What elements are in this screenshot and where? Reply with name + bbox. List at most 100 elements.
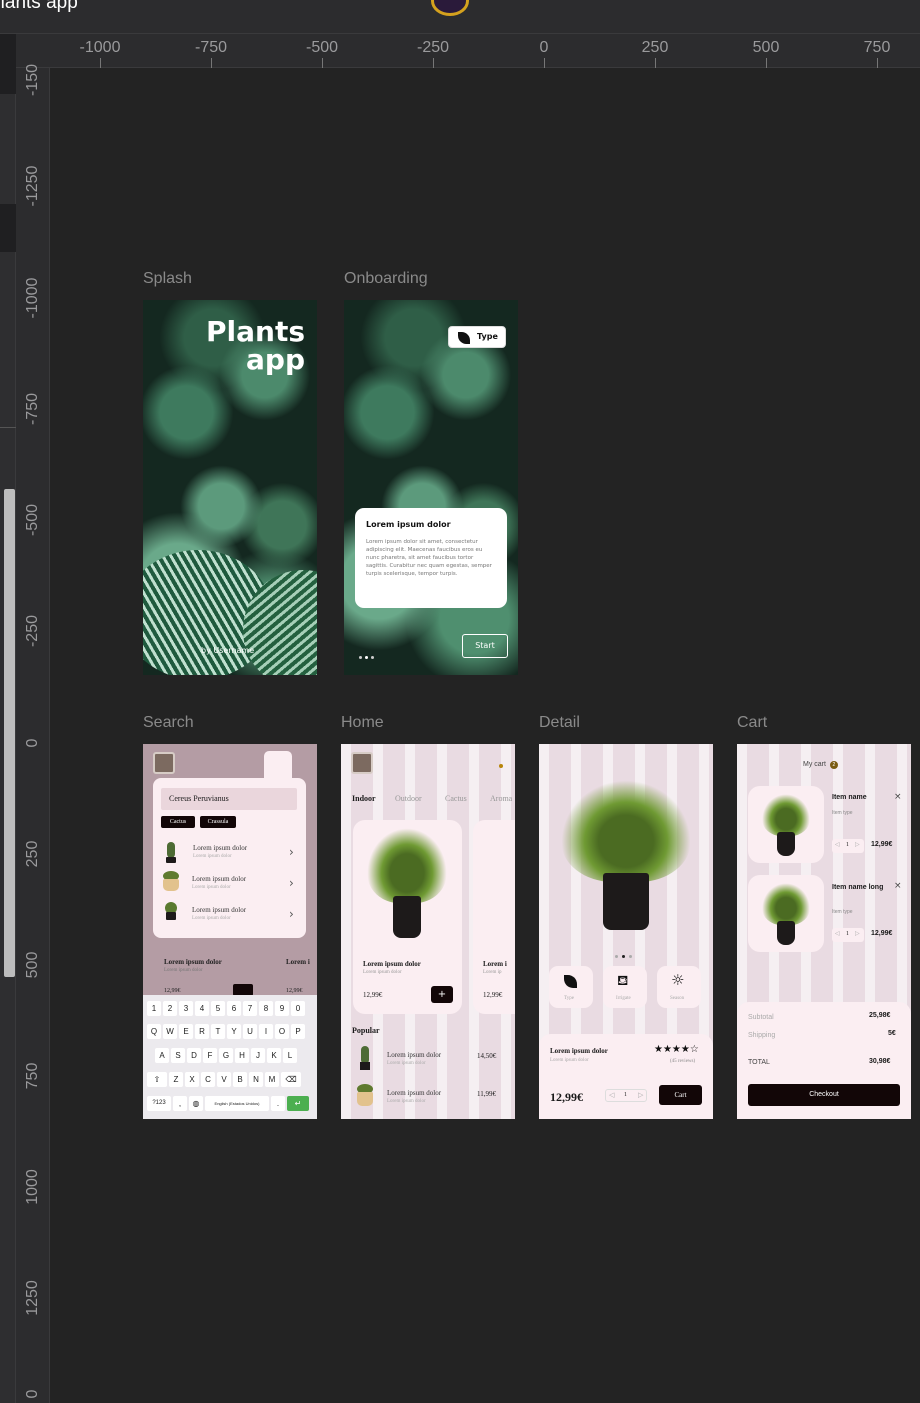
cart-frame[interactable]: My cart 2 Item name Item type × ◁ 1 ▷ 12… (737, 744, 911, 1119)
onboarding-card: Lorem ipsum dolor Lorem ipsum dolor sit … (355, 508, 507, 608)
space-key[interactable]: English (Estados Unidos) (205, 1096, 269, 1111)
decrement-icon[interactable]: ◁ (835, 930, 840, 937)
chip-crassula[interactable]: Crassula (200, 816, 236, 828)
close-icon[interactable]: × (894, 792, 902, 802)
key[interactable]: A (155, 1048, 169, 1063)
result-item[interactable]: Lorem ipsum dolor Lorem ipsum dolor › (153, 871, 306, 899)
decrement-icon[interactable]: ◁ (609, 1091, 614, 1099)
key[interactable]: G (219, 1048, 233, 1063)
card-sub: Lorem ipsum dolor (363, 970, 402, 975)
key[interactable]: Q (147, 1024, 161, 1039)
backspace-key[interactable]: ⌫ (281, 1072, 301, 1087)
key[interactable]: 4 (195, 1001, 209, 1016)
search-input[interactable]: Cereus Peruvianus (161, 788, 297, 810)
start-button[interactable]: Start (462, 634, 508, 658)
add-to-cart-button[interactable]: + (431, 986, 453, 1003)
tab-indoor[interactable]: Indoor (352, 794, 376, 803)
increment-icon[interactable]: ▷ (638, 1091, 643, 1099)
key[interactable]: E (179, 1024, 193, 1039)
shipping-value: 5€ (888, 1030, 896, 1037)
key[interactable]: H (235, 1048, 249, 1063)
key[interactable]: 8 (259, 1001, 273, 1016)
frame-label-search[interactable]: Search (143, 714, 194, 732)
key[interactable]: W (163, 1024, 177, 1039)
key[interactable]: 9 (275, 1001, 289, 1016)
key[interactable]: X (185, 1072, 199, 1087)
product-card[interactable]: Lorem ipsum dolor Lorem ipsum dolor 12,9… (353, 820, 462, 1014)
feature-irrigate[interactable]: ⛾ Irrigate (603, 966, 647, 1008)
user-avatar[interactable] (431, 0, 469, 16)
key[interactable]: 7 (243, 1001, 257, 1016)
frame-label-onboarding[interactable]: Onboarding (344, 270, 428, 288)
frame-label-home[interactable]: Home (341, 714, 384, 732)
panel-scrollbar[interactable] (4, 489, 15, 977)
tab-aroma[interactable]: Aroma (490, 794, 512, 803)
key[interactable]: U (243, 1024, 257, 1039)
feature-season[interactable]: ☼ Season (657, 966, 701, 1008)
key[interactable]: F (203, 1048, 217, 1063)
key[interactable]: Z (169, 1072, 183, 1087)
shift-key[interactable]: ⇧ (147, 1072, 167, 1087)
symbols-key[interactable]: ?123 (147, 1096, 171, 1111)
key[interactable]: I (259, 1024, 273, 1039)
key[interactable]: K (267, 1048, 281, 1063)
popular-item[interactable]: Lorem ipsum dolor Lorem ipsum dolor 14,5… (351, 1044, 511, 1074)
key[interactable]: O (275, 1024, 289, 1039)
feature-label: Season (670, 996, 685, 1001)
decrement-icon[interactable]: ◁ (835, 841, 840, 848)
key[interactable]: 3 (179, 1001, 193, 1016)
card-price: 12,99€ (483, 991, 503, 999)
type-chip[interactable]: Type (448, 326, 506, 348)
splash-frame[interactable]: Plants app by Username (143, 300, 317, 675)
key[interactable]: P (291, 1024, 305, 1039)
globe-icon[interactable]: ◍ (189, 1096, 203, 1111)
key[interactable]: D (187, 1048, 201, 1063)
key[interactable]: Y (227, 1024, 241, 1039)
key[interactable]: C (201, 1072, 215, 1087)
key[interactable]: V (217, 1072, 231, 1087)
result-item[interactable]: Lorem ipsum dolor Lorem ipsum dolor › (153, 902, 306, 930)
frame-label-cart[interactable]: Cart (737, 714, 767, 732)
close-icon[interactable]: × (894, 881, 902, 891)
avatar[interactable] (153, 752, 175, 774)
key[interactable]: 0 (291, 1001, 305, 1016)
checkout-button[interactable]: Checkout (748, 1084, 900, 1106)
tab-cactus[interactable]: Cactus (445, 794, 467, 803)
search-frame[interactable]: Cereus Peruvianus Cactus Crassula Lorem … (143, 744, 317, 1119)
feature-type[interactable]: Type (549, 966, 593, 1008)
home-frame[interactable]: Indoor Outdoor Cactus Aroma Lorem ipsum … (341, 744, 515, 1119)
chip-cactus[interactable]: Cactus (161, 816, 195, 828)
key[interactable]: 5 (211, 1001, 225, 1016)
enter-key[interactable]: ↵ (287, 1096, 309, 1111)
period-key[interactable]: . (271, 1096, 285, 1111)
comma-key[interactable]: , (173, 1096, 187, 1111)
cart-button[interactable]: Cart (659, 1085, 702, 1105)
detail-frame[interactable]: Type ⛾ Irrigate ☼ Season Lorem ipsum dol… (539, 744, 713, 1119)
quantity-stepper[interactable]: ◁ 1 ▷ (832, 928, 864, 942)
key[interactable]: 2 (163, 1001, 177, 1016)
popular-item[interactable]: Lorem ipsum dolor Lorem ipsum dolor 11,9… (351, 1082, 511, 1112)
frame-label-detail[interactable]: Detail (539, 714, 580, 732)
onboarding-frame[interactable]: Type Lorem ipsum dolor Lorem ipsum dolor… (344, 300, 518, 675)
key[interactable]: 1 (147, 1001, 161, 1016)
key[interactable]: M (265, 1072, 279, 1087)
key[interactable]: 6 (227, 1001, 241, 1016)
quantity-stepper[interactable]: ◁ 1 ▷ (832, 839, 864, 853)
quantity-stepper[interactable]: ◁ 1 ▷ (605, 1089, 647, 1102)
key[interactable]: T (211, 1024, 225, 1039)
key[interactable]: L (283, 1048, 297, 1063)
key[interactable]: S (171, 1048, 185, 1063)
increment-icon[interactable]: ▷ (855, 930, 860, 937)
product-card[interactable]: Lorem i Lorem ip 12,99€ (473, 820, 515, 1014)
key[interactable]: R (195, 1024, 209, 1039)
key[interactable]: J (251, 1048, 265, 1063)
increment-icon[interactable]: ▷ (855, 841, 860, 848)
frame-label-splash[interactable]: Splash (143, 270, 192, 288)
subtotal-value: 25,98€ (869, 1012, 891, 1019)
result-item[interactable]: Lorem ipsum dolor Lorem ipsum dolor › (153, 840, 306, 868)
avatar[interactable] (351, 752, 373, 774)
file-title[interactable]: Plants app (0, 0, 78, 14)
tab-outdoor[interactable]: Outdoor (395, 794, 422, 803)
key[interactable]: B (233, 1072, 247, 1087)
key[interactable]: N (249, 1072, 263, 1087)
